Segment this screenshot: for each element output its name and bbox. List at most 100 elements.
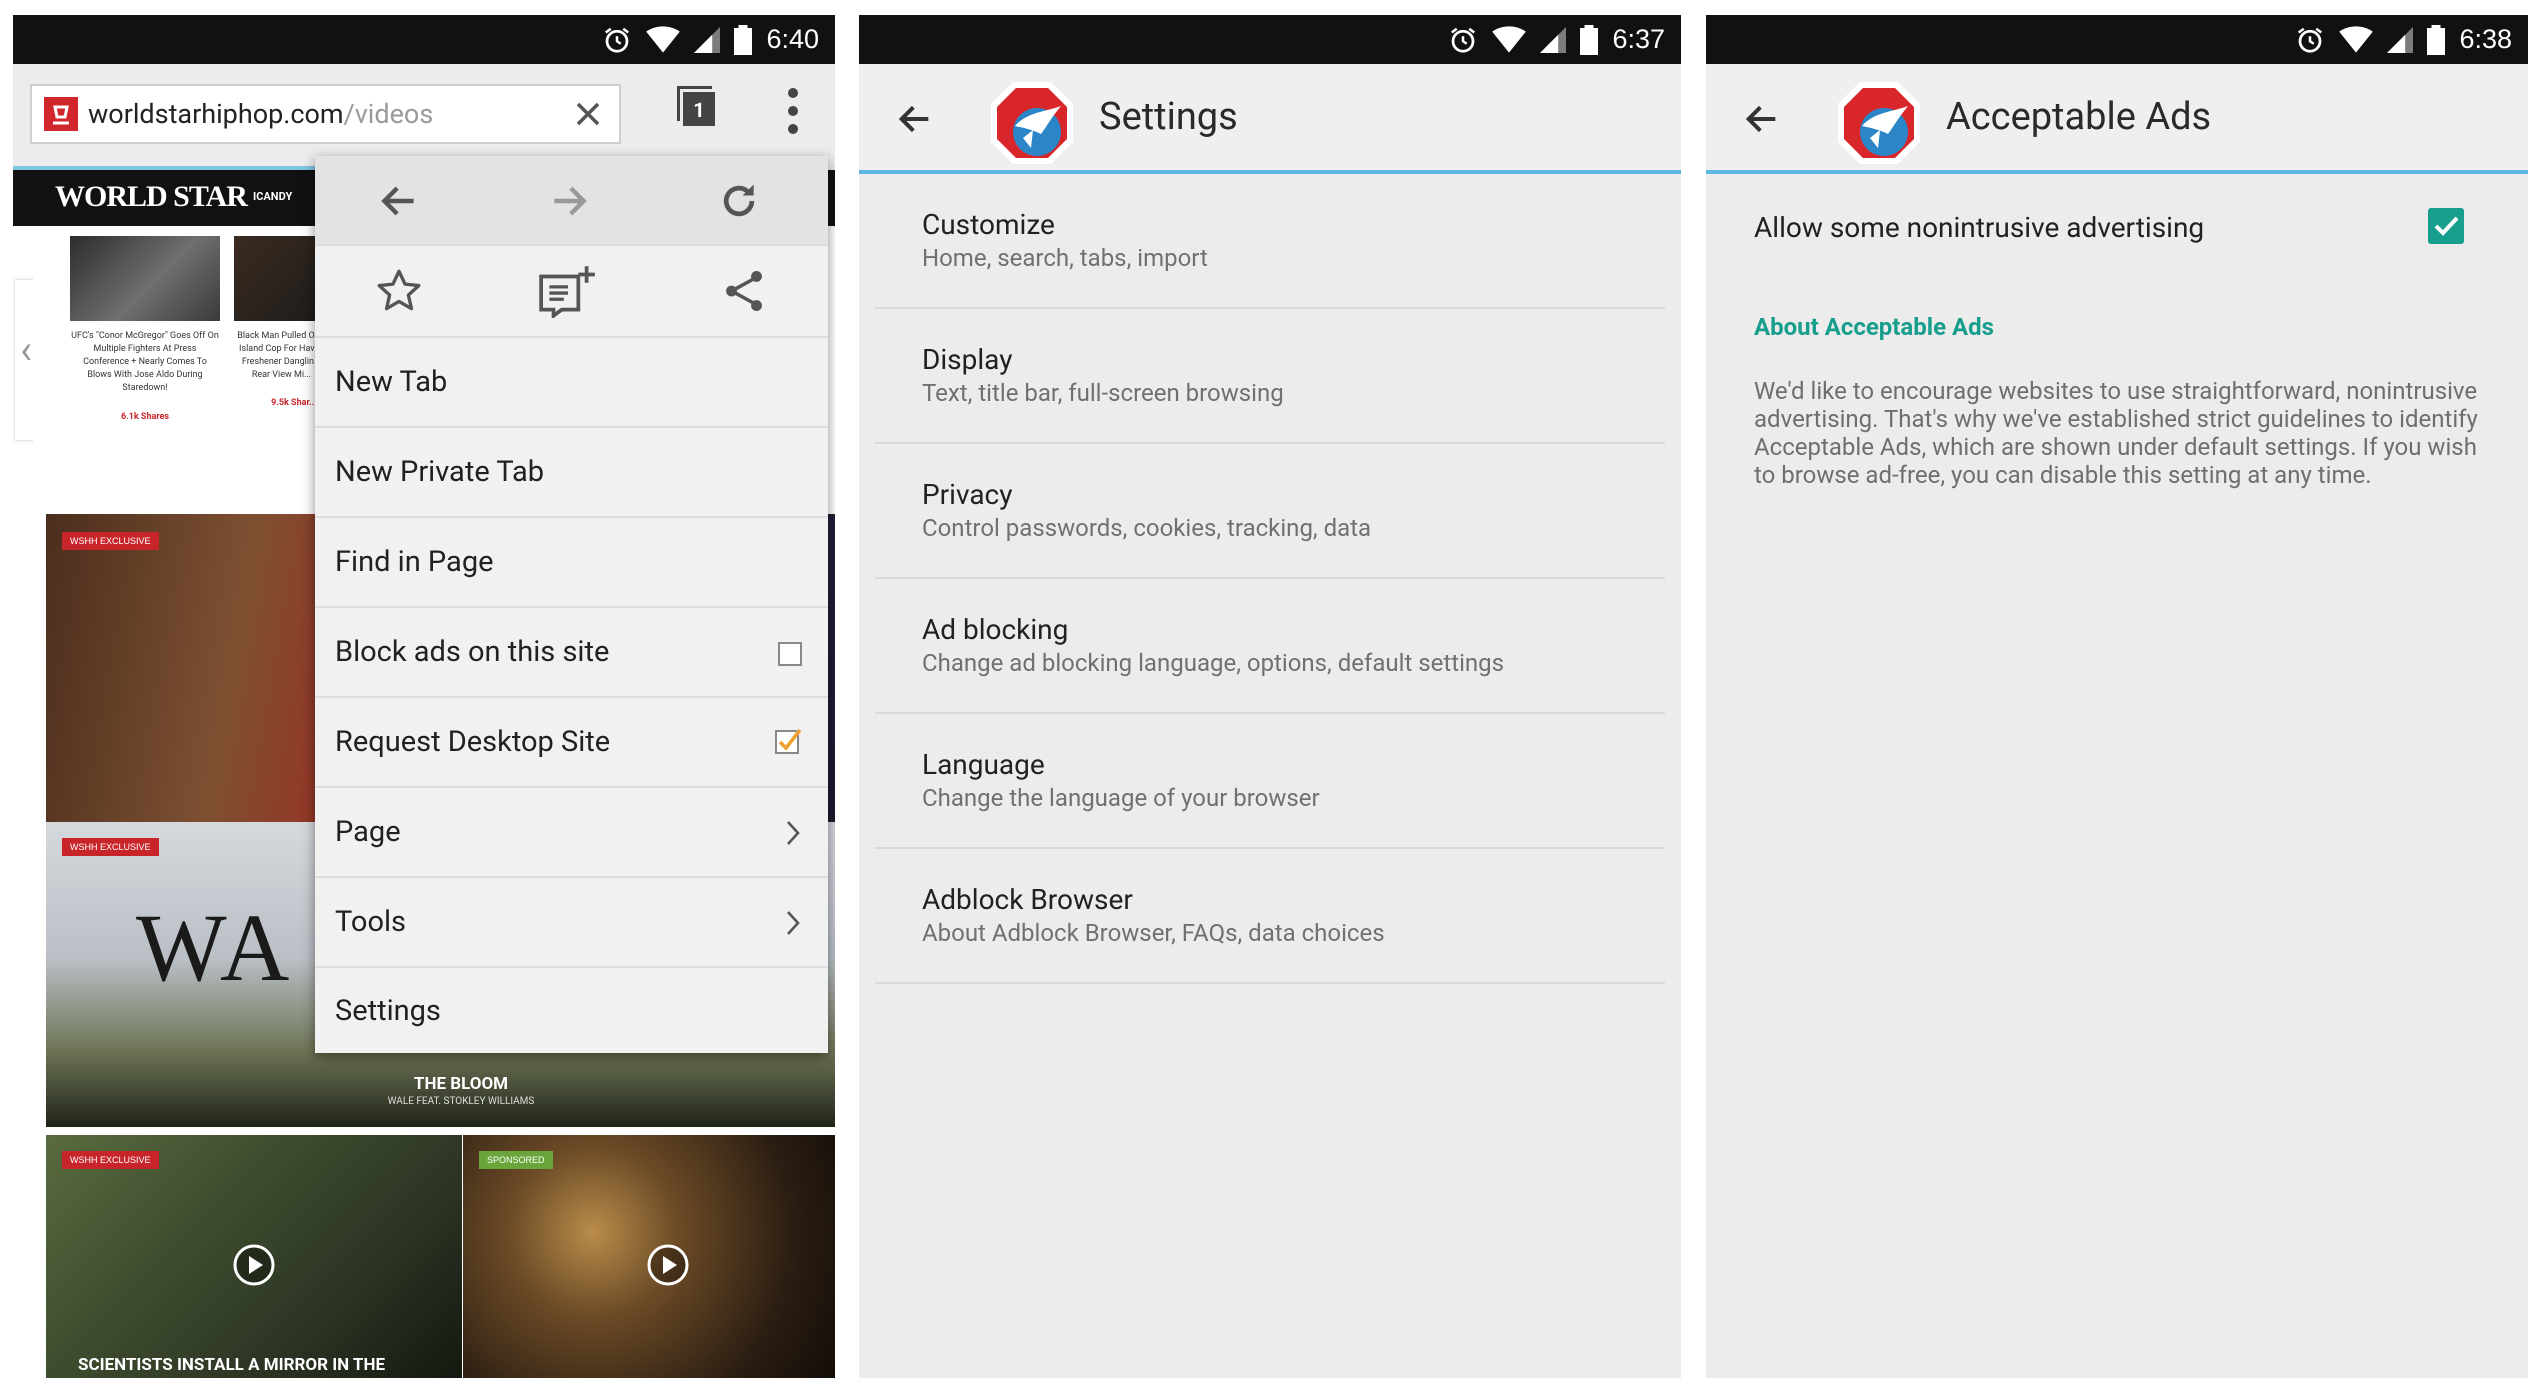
battery-icon [2427, 24, 2446, 55]
menu-item-tools[interactable]: Tools [315, 878, 828, 968]
settings-item-language[interactable]: Language Change the language of your bro… [875, 714, 1665, 849]
settings-item-adblock-browser[interactable]: Adblock Browser About Adblock Browser, F… [875, 849, 1665, 984]
adblock-logo-icon [1838, 82, 1920, 164]
sponsored-badge: SPONSORED [479, 1151, 553, 1169]
back-arrow-icon[interactable] [377, 179, 421, 223]
settings-app-bar: Settings [859, 64, 1681, 174]
acceptable-ads-screen: 6:38 Acceptable Ads Allow some nonintrus… [1706, 15, 2528, 1378]
settings-item-display[interactable]: Display Text, title bar, full-screen bro… [875, 309, 1665, 444]
page-title: Settings [1099, 95, 1238, 139]
menu-nav-row [315, 156, 828, 246]
settings-item-subtitle: Change the language of your browser [922, 784, 1320, 812]
menu-action-row [315, 246, 828, 338]
settings-item-subtitle: About Adblock Browser, FAQs, data choice… [922, 919, 1385, 947]
signal-icon [1540, 26, 1567, 53]
overflow-menu-button[interactable] [783, 86, 803, 136]
back-arrow-icon[interactable] [895, 99, 935, 139]
alarm-icon [1451, 27, 1476, 53]
request-desktop-checkbox[interactable] [774, 727, 802, 755]
settings-item-title: Language [922, 748, 1045, 781]
wifi-icon [646, 25, 681, 53]
play-icon[interactable] [232, 1243, 276, 1287]
exclusive-badge: WSHH EXCLUSIVE [62, 1151, 159, 1169]
url-domain: worldstarhiphop.com [88, 98, 344, 130]
signal-icon [694, 26, 721, 53]
allow-ads-checkbox[interactable] [2428, 208, 2464, 244]
menu-item-new-tab[interactable]: New Tab [315, 338, 828, 428]
menu-item-page[interactable]: Page [315, 788, 828, 878]
star-icon[interactable] [374, 266, 424, 316]
alarm-icon [605, 27, 630, 53]
settings-item-subtitle: Control passwords, cookies, tracking, da… [922, 514, 1372, 542]
share-icon[interactable] [719, 266, 769, 316]
clear-url-icon[interactable] [575, 101, 601, 127]
status-time: 6:38 [2459, 24, 2512, 54]
menu-item-request-desktop[interactable]: Request Desktop Site [315, 698, 828, 788]
settings-item-ad-blocking[interactable]: Ad blocking Change ad blocking language,… [875, 579, 1665, 714]
exclusive-badge: WSHH EXCLUSIVE [62, 838, 159, 856]
settings-item-title: Adblock Browser [922, 883, 1133, 916]
settings-item-title: Privacy [922, 478, 1013, 511]
settings-item-customize[interactable]: Customize Home, search, tabs, import [875, 174, 1665, 309]
story-caption[interactable]: UFC's "Conor McGregor" Goes Off On Multi… [70, 330, 220, 395]
menu-item-new-private-tab[interactable]: New Private Tab [315, 428, 828, 518]
browser-toolbar: worldstarhiphop.com/videos 1 [13, 64, 835, 170]
allow-ads-label: Allow some nonintrusive advertising [1754, 211, 2205, 244]
url-bar[interactable]: worldstarhiphop.com/videos [30, 84, 621, 144]
adblock-logo-icon [991, 82, 1073, 164]
url-text: worldstarhiphop.com/videos [88, 98, 433, 130]
settings-item-title: Ad blocking [922, 613, 1069, 646]
settings-item-title: Customize [922, 208, 1055, 241]
menu-item-settings[interactable]: Settings [315, 968, 828, 1053]
status-bar: 6:37 [859, 15, 1681, 64]
site-nav-icandy[interactable]: ICANDY [253, 190, 292, 203]
block-ads-checkbox[interactable] [778, 642, 802, 666]
settings-item-subtitle: Home, search, tabs, import [922, 244, 1208, 272]
status-time: 6:40 [766, 24, 819, 54]
overflow-menu: New Tab New Private Tab Find in Page Blo… [315, 156, 828, 1053]
acceptable-ads-description: We'd like to encourage websites to use s… [1754, 377, 2478, 489]
wifi-icon [2339, 25, 2374, 53]
chevron-right-icon [787, 821, 800, 845]
settings-screen: 6:37 Settings Customize Home, search, ta… [859, 15, 1681, 1378]
about-acceptable-ads-link[interactable]: About Acceptable Ads [1754, 313, 1994, 341]
settings-item-subtitle: Change ad blocking language, options, de… [922, 649, 1505, 677]
exclusive-badge: WSHH EXCLUSIVE [62, 532, 159, 550]
video-title-art: WA [136, 894, 294, 1001]
story-thumbnail[interactable] [70, 236, 220, 321]
tab-count-badge: 1 [683, 92, 715, 126]
play-icon[interactable] [646, 1243, 690, 1287]
video-title: THE BLOOM [413, 1074, 509, 1094]
settings-item-subtitle: Text, title bar, full-screen browsing [922, 379, 1284, 407]
video-caption: SCIENTISTS INSTALL A MIRROR IN THE [78, 1355, 386, 1375]
alarm-icon [2298, 27, 2323, 53]
battery-icon [1580, 24, 1599, 55]
wifi-icon [1492, 25, 1527, 53]
menu-item-block-ads[interactable]: Block ads on this site [315, 608, 828, 698]
chevron-right-icon [787, 911, 800, 935]
acceptable-ads-app-bar: Acceptable Ads [1706, 64, 2528, 174]
story-shares: 6.1k Shares [120, 412, 170, 422]
reload-icon[interactable] [717, 179, 761, 223]
settings-item-title: Display [922, 343, 1013, 376]
tabs-button[interactable]: 1 [675, 86, 717, 130]
status-bar: 6:40 [13, 15, 835, 64]
status-bar: 6:38 [1706, 15, 2528, 64]
forward-arrow-icon[interactable] [547, 179, 591, 223]
add-bookmark-icon[interactable] [537, 264, 599, 318]
status-time: 6:37 [1612, 24, 1665, 54]
page-title: Acceptable Ads [1946, 95, 2212, 139]
site-logo: WORLD STAR [55, 180, 248, 213]
video-tile-sponsored[interactable]: SPONSORED [463, 1135, 835, 1378]
url-path: /videos [343, 98, 434, 130]
site-favicon [44, 97, 78, 131]
video-subtitle: WALE FEAT. STOKLEY WILLIAMS [387, 1096, 535, 1107]
back-arrow-icon[interactable] [1742, 99, 1782, 139]
battery-icon [734, 24, 753, 55]
browser-menu-screen: 6:40 worldstarhiphop.com/videos 1 WORLD … [13, 15, 835, 1378]
signal-icon [2387, 26, 2414, 53]
more-vert-icon [788, 88, 798, 134]
video-tile-scientists[interactable]: WSHH EXCLUSIVE SCIENTISTS INSTALL A MIRR… [46, 1135, 462, 1378]
settings-item-privacy[interactable]: Privacy Control passwords, cookies, trac… [875, 444, 1665, 579]
menu-item-find-in-page[interactable]: Find in Page [315, 518, 828, 608]
